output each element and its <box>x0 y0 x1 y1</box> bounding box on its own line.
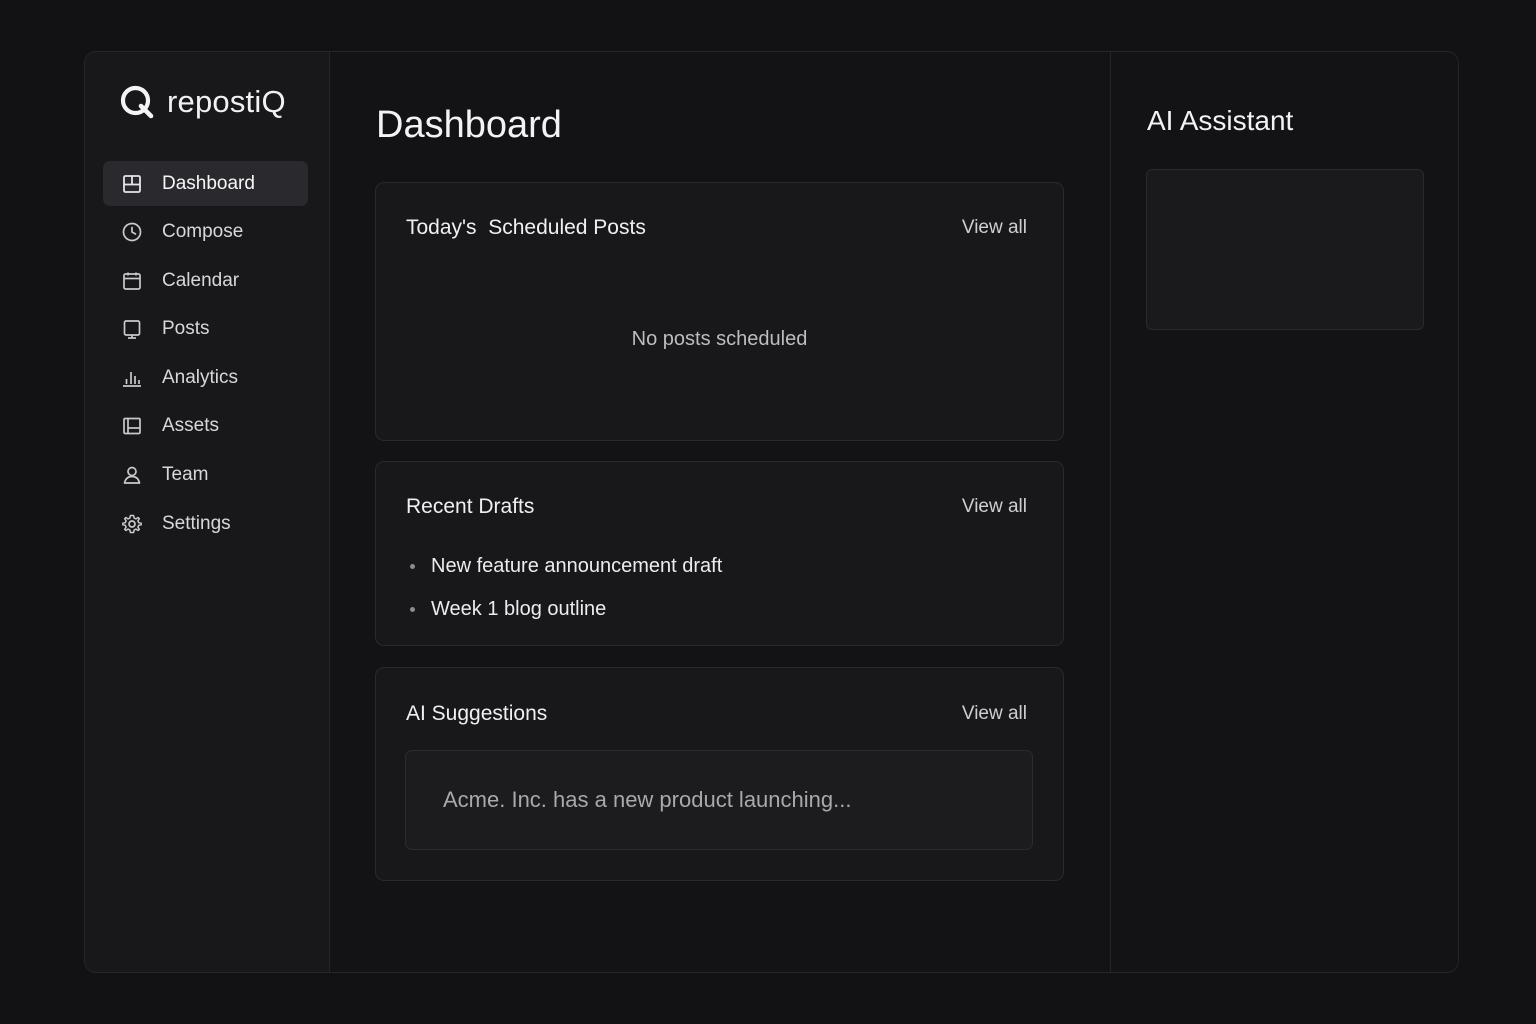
assistant-title: AI Assistant <box>1147 105 1294 136</box>
page-title: Dashboard <box>376 104 562 146</box>
suggestion-input[interactable]: Acme. Inc. has a new product launching..… <box>405 750 1033 850</box>
bar-chart-icon <box>121 367 143 389</box>
draft-list: New feature announcement draft Week 1 bl… <box>406 545 722 631</box>
sidebar: repostiQ Dashboard Compose Calendar Post… <box>85 52 330 972</box>
sidebar-item-dashboard[interactable]: Dashboard <box>103 161 308 206</box>
sidebar-item-label: Calendar <box>162 269 240 291</box>
view-all-link[interactable]: View all <box>962 703 1027 725</box>
bullet-icon <box>410 564 415 569</box>
app-window: repostiQ Dashboard Compose Calendar Post… <box>84 51 1459 973</box>
dashboard-icon <box>121 173 143 195</box>
assistant-chat-box[interactable] <box>1146 169 1424 330</box>
scheduled-posts-card: Today's Scheduled Posts View all No post… <box>375 182 1064 441</box>
draft-title: Week 1 blog outline <box>431 598 607 620</box>
sidebar-item-posts[interactable]: Posts <box>103 307 308 352</box>
card-title: Today's Scheduled Posts <box>406 216 646 239</box>
calendar-icon <box>121 270 143 292</box>
view-all-link[interactable]: View all <box>962 496 1027 518</box>
clock-icon <box>121 221 143 243</box>
image-icon <box>121 415 143 437</box>
posts-icon <box>121 318 143 340</box>
brand[interactable]: repostiQ <box>119 84 286 120</box>
sidebar-item-label: Team <box>162 464 209 486</box>
sidebar-item-label: Assets <box>162 415 220 437</box>
list-item[interactable]: Week 1 blog outline <box>406 588 722 631</box>
sidebar-item-team[interactable]: Team <box>103 453 308 498</box>
sidebar-item-label: Settings <box>162 512 231 534</box>
user-icon <box>121 464 143 486</box>
card-header: Recent Drafts View all <box>406 495 1027 519</box>
card-title: Recent Drafts <box>406 495 535 518</box>
ai-suggestions-card: AI Suggestions View all Acme. Inc. has a… <box>375 667 1064 881</box>
list-item[interactable]: New feature announcement draft <box>406 545 722 588</box>
sidebar-item-label: Analytics <box>162 366 239 388</box>
sidebar-item-label: Dashboard <box>162 172 255 194</box>
sidebar-item-analytics[interactable]: Analytics <box>103 355 308 400</box>
q-logo-icon <box>120 85 154 119</box>
card-header: AI Suggestions View all <box>406 702 1027 726</box>
sidebar-item-label: Compose <box>162 221 244 243</box>
ai-assistant-panel: AI Assistant <box>1111 52 1458 972</box>
view-all-link[interactable]: View all <box>962 217 1027 239</box>
gear-icon <box>121 513 143 535</box>
sidebar-item-assets[interactable]: Assets <box>103 404 308 449</box>
brand-name: repostiQ <box>167 84 286 119</box>
recent-drafts-card: Recent Drafts View all New feature annou… <box>375 461 1064 646</box>
sidebar-nav: Dashboard Compose Calendar Posts Analyti… <box>103 161 308 550</box>
bullet-icon <box>410 607 415 612</box>
sidebar-item-calendar[interactable]: Calendar <box>103 258 308 303</box>
sidebar-item-label: Posts <box>162 318 210 340</box>
draft-title: New feature announcement draft <box>431 555 723 577</box>
main-content: Dashboard Today's Scheduled Posts View a… <box>330 52 1111 972</box>
sidebar-item-settings[interactable]: Settings <box>103 501 308 546</box>
sidebar-item-compose[interactable]: Compose <box>103 210 308 255</box>
card-title: AI Suggestions <box>406 702 548 725</box>
card-header: Today's Scheduled Posts View all <box>406 216 1027 240</box>
empty-state-text: No posts scheduled <box>631 328 808 350</box>
